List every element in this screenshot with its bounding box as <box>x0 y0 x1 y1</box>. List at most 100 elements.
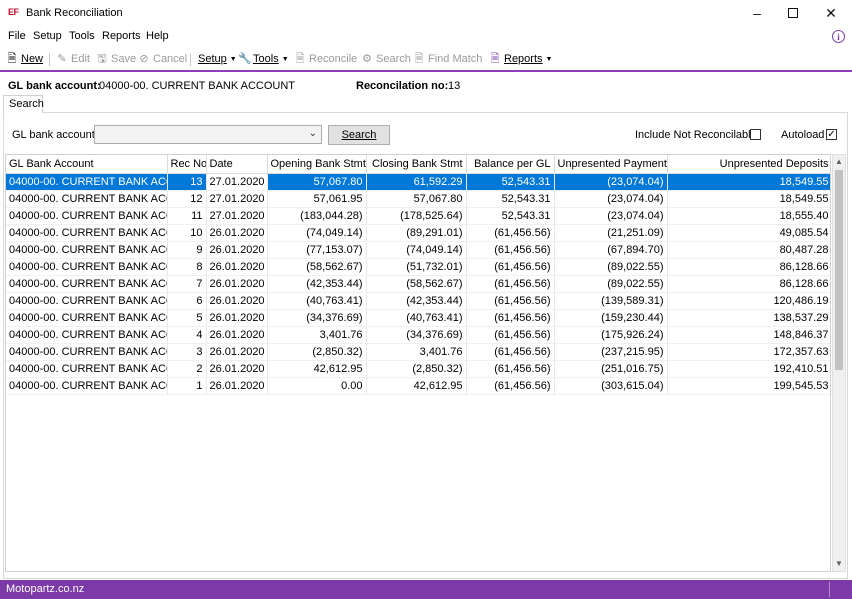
menu-setup[interactable]: Setup <box>33 30 62 42</box>
cell-unpresented-deposits: 18,549.55 <box>667 173 830 191</box>
autoload-checkbox[interactable]: ✓ <box>826 129 837 140</box>
dropdown-arrow-icon: ▼ <box>229 55 237 63</box>
column-header-opening-bank-stmt[interactable]: Opening Bank Stmt <box>267 155 367 174</box>
scroll-down-icon[interactable]: ▼ <box>833 557 845 571</box>
cell-gl-bank-account: 04000-00. CURRENT BANK ACCO... <box>6 190 168 208</box>
close-button[interactable]: ✕ <box>812 0 850 26</box>
cell-opening-bank-stmt: (2,850.32) <box>267 343 367 361</box>
table-row[interactable]: 04000-00. CURRENT BANK ACCO...526.01.202… <box>6 309 830 327</box>
cell-balance-per-gl: 52,543.31 <box>466 207 555 225</box>
cell-date: 27.01.2020 <box>206 207 268 225</box>
cell-unpresented-payments: (89,022.55) <box>554 258 668 276</box>
new-button[interactable]: 🗎 New <box>6 51 43 67</box>
column-header-unpresented-payments[interactable]: Unpresented Payments <box>554 155 668 174</box>
table-row[interactable]: 04000-00. CURRENT BANK ACCO...1327.01.20… <box>6 173 830 191</box>
cell-opening-bank-stmt: 0.00 <box>267 377 367 395</box>
table-row[interactable]: 04000-00. CURRENT BANK ACCO...1026.01.20… <box>6 224 830 242</box>
table-row[interactable]: 04000-00. CURRENT BANK ACCO...426.01.202… <box>6 326 830 344</box>
cell-date: 26.01.2020 <box>206 360 268 378</box>
gl-account-combobox[interactable]: ⌄ <box>94 125 322 144</box>
setup-dropdown[interactable]: Setup ▼ <box>198 51 237 67</box>
cell-balance-per-gl: (61,456.56) <box>466 258 555 276</box>
reconciliation-grid: GL Bank Account Rec No Date Opening Bank St… <box>5 154 831 572</box>
table-row[interactable]: 04000-00. CURRENT BANK ACCO...626.01.202… <box>6 292 830 310</box>
column-header-rec-no[interactable]: Rec No <box>167 155 207 174</box>
cell-date: 26.01.2020 <box>206 343 268 361</box>
cell-unpresented-deposits: 199,545.53 <box>667 377 830 395</box>
cell-rec-no: 10 <box>167 224 207 242</box>
tab-search[interactable]: Search <box>3 95 44 113</box>
maximize-button[interactable] <box>774 0 812 26</box>
dropdown-arrow-icon: ▼ <box>545 55 553 63</box>
menu-reports[interactable]: Reports <box>102 30 141 42</box>
reconcile-button[interactable]: 🗎 Reconcile <box>294 51 358 67</box>
cell-balance-per-gl: (61,456.56) <box>466 377 555 395</box>
include-not-reconcilable-checkbox[interactable] <box>750 129 761 140</box>
cell-opening-bank-stmt: (183,044.28) <box>267 207 367 225</box>
cell-rec-no: 11 <box>167 207 207 225</box>
cell-opening-bank-stmt: (77,153.07) <box>267 241 367 259</box>
cell-closing-bank-stmt: (89,291.01) <box>366 224 467 242</box>
column-header-unpresented-deposits[interactable]: Unpresented Deposits <box>667 155 830 174</box>
cell-date: 26.01.2020 <box>206 224 268 242</box>
table-row[interactable]: 04000-00. CURRENT BANK ACCO...1127.01.20… <box>6 207 830 225</box>
cell-opening-bank-stmt: (74,049.14) <box>267 224 367 242</box>
status-company: Motopartz.co.nz <box>6 583 85 595</box>
table-row[interactable]: 04000-00. CURRENT BANK ACCO...226.01.202… <box>6 360 830 378</box>
cell-balance-per-gl: (61,456.56) <box>466 241 555 259</box>
reconcile-icon: 🗎 <box>295 52 305 65</box>
table-row[interactable]: 04000-00. CURRENT BANK ACCO...726.01.202… <box>6 275 830 293</box>
edit-button[interactable]: ✎ Edit <box>56 51 90 67</box>
column-header-balance-per-gl[interactable]: Balance per GL <box>466 155 555 174</box>
cell-unpresented-payments: (175,926.24) <box>554 326 668 344</box>
cell-gl-bank-account: 04000-00. CURRENT BANK ACCO... <box>6 224 168 242</box>
table-row[interactable]: 04000-00. CURRENT BANK ACCO...926.01.202… <box>6 241 830 259</box>
reconciliation-no-label: Reconcilation no: <box>356 80 449 92</box>
search-button[interactable]: Search <box>328 125 390 145</box>
cell-closing-bank-stmt: (178,525.64) <box>366 207 467 225</box>
table-row[interactable]: 04000-00. CURRENT BANK ACCO...326.01.202… <box>6 343 830 361</box>
cell-unpresented-deposits: 86,128.66 <box>667 258 830 276</box>
autoload-label: Autoload <box>781 129 825 141</box>
save-button[interactable]: 🖫 Save <box>96 51 136 67</box>
cell-date: 26.01.2020 <box>206 377 268 395</box>
minimize-button[interactable]: – <box>738 0 776 26</box>
wrench-icon: 🔧 <box>238 52 252 65</box>
tools-dropdown[interactable]: 🔧 Tools ▼ <box>238 51 289 67</box>
cancel-button[interactable]: ⊘ Cancel <box>138 51 187 67</box>
cell-date: 26.01.2020 <box>206 275 268 293</box>
column-header-closing-bank-stmt[interactable]: Closing Bank Stmt <box>366 155 467 174</box>
find-match-button[interactable]: 🗎 Find Match <box>413 51 483 67</box>
status-divider <box>829 582 830 597</box>
search-gl-account-label: GL bank account: <box>12 129 98 141</box>
table-row[interactable]: 04000-00. CURRENT BANK ACCO...126.01.202… <box>6 377 830 395</box>
cell-date: 26.01.2020 <box>206 309 268 327</box>
find-match-icon: 🗎 <box>414 52 424 65</box>
column-header-date[interactable]: Date <box>206 155 268 174</box>
menu-file[interactable]: File <box>8 30 26 42</box>
cell-closing-bank-stmt: (74,049.14) <box>366 241 467 259</box>
cell-rec-no: 5 <box>167 309 207 327</box>
menu-help[interactable]: Help <box>146 30 169 42</box>
scroll-up-icon[interactable]: ▲ <box>833 155 845 169</box>
column-header-gl-bank-account[interactable]: GL Bank Account <box>6 155 168 174</box>
cell-unpresented-payments: (23,074.04) <box>554 190 668 208</box>
info-icon[interactable]: i <box>832 30 845 43</box>
vertical-scrollbar[interactable]: ▲ ▼ <box>832 154 846 572</box>
search-toolbar-button[interactable]: ⚙ Search <box>361 51 411 67</box>
table-row[interactable]: 04000-00. CURRENT BANK ACCO...826.01.202… <box>6 258 830 276</box>
scrollbar-thumb[interactable] <box>835 170 843 370</box>
cell-opening-bank-stmt: (34,376.69) <box>267 309 367 327</box>
pencil-icon: ✎ <box>57 52 67 65</box>
cell-unpresented-deposits: 80,487.28 <box>667 241 830 259</box>
chevron-down-icon: ⌄ <box>308 128 317 139</box>
cell-closing-bank-stmt: 61,592.29 <box>366 173 467 191</box>
cell-opening-bank-stmt: 57,061.95 <box>267 190 367 208</box>
menu-tools[interactable]: Tools <box>69 30 95 42</box>
cell-unpresented-payments: (159,230.44) <box>554 309 668 327</box>
cell-gl-bank-account: 04000-00. CURRENT BANK ACCO... <box>6 275 168 293</box>
table-row[interactable]: 04000-00. CURRENT BANK ACCO...1227.01.20… <box>6 190 830 208</box>
reports-dropdown[interactable]: 🗎 Reports ▼ <box>489 51 553 67</box>
include-not-reconcilable-label: Include Not Reconcilable <box>635 129 757 141</box>
cell-unpresented-deposits: 148,846.37 <box>667 326 830 344</box>
